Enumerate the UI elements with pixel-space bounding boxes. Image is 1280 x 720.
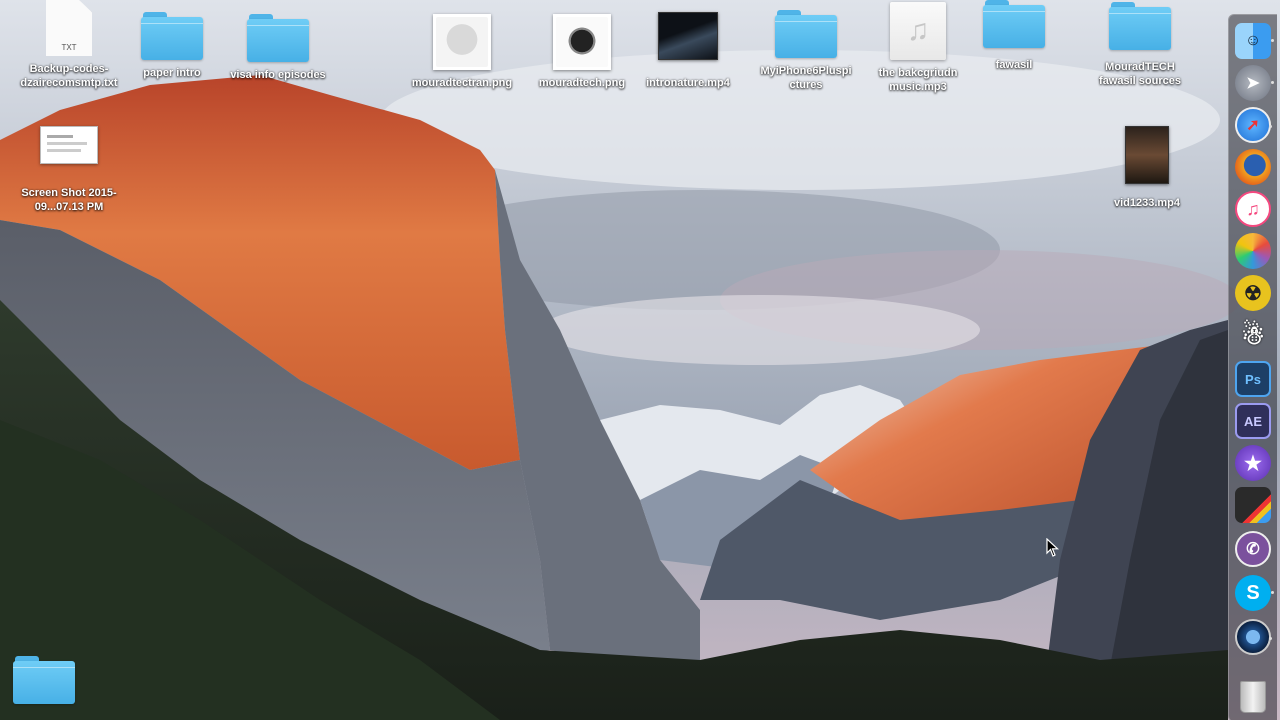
file-extension: TXT — [61, 43, 77, 52]
screenshot-thumbnail-icon — [40, 126, 98, 164]
image-thumbnail-icon — [433, 14, 491, 70]
desktop[interactable]: TXT Backup-codes-dzairecomsmtp.txt paper… — [0, 0, 1280, 720]
icon-label: paper intro — [143, 67, 201, 79]
mouse-pointer-icon — [1046, 538, 1060, 557]
finder-icon[interactable]: ☺ — [1235, 23, 1274, 59]
video-thumbnail-icon — [1125, 126, 1169, 184]
text-document-icon: TXT — [46, 0, 92, 56]
safari-compass-icon[interactable]: ➚ — [1235, 107, 1272, 143]
icon-label: Backup-codes-dzairecomsmtp.txt — [20, 63, 118, 89]
desktop-icon-background-music-mp3[interactable]: ♫ the bakcgriudn music.mp3 — [863, 2, 973, 94]
folder-icon — [13, 656, 75, 704]
folder-icon — [247, 14, 309, 62]
dock: ☺ ➤ ➚ ♫ ☢ ☃ Ps AE ★ ✆ S — [1228, 14, 1277, 720]
desktop-wallpaper — [0, 0, 1280, 720]
icon-label: visa info episodes — [230, 69, 326, 81]
final-cut-icon[interactable] — [1235, 487, 1271, 523]
image-thumbnail-icon — [553, 14, 611, 70]
itunes-note-icon[interactable]: ♫ — [1235, 191, 1271, 227]
icon-label: MyiPhone6Pluspictures — [760, 65, 852, 91]
skype-label: S — [1246, 581, 1260, 604]
launchpad-rocket-icon[interactable]: ➤ — [1235, 65, 1274, 101]
photoshop-label: Ps — [1245, 371, 1261, 387]
character-app-icon[interactable]: ☃ — [1235, 317, 1271, 353]
radiation-app-icon[interactable]: ☢ — [1235, 275, 1271, 311]
desktop-icon-mouradtech-fawasil-sources[interactable]: MouradTECH fawasil sources — [1085, 2, 1195, 88]
folder-icon — [983, 0, 1045, 48]
folder-icon — [1109, 2, 1171, 50]
desktop-icon-paper-intro[interactable]: paper intro — [117, 12, 227, 80]
photos-flower-icon[interactable] — [1235, 233, 1271, 269]
photoshop-icon[interactable]: Ps — [1235, 361, 1271, 397]
folder-icon — [775, 10, 837, 58]
viber-icon[interactable]: ✆ — [1235, 531, 1271, 567]
after-effects-label: AE — [1243, 413, 1263, 429]
desktop-icon-vid1233-mp4[interactable]: vid1233.mp4 — [1092, 126, 1202, 210]
icon-label: mouradtectran.png — [411, 77, 513, 89]
desktop-icon-mouradtech-png[interactable]: mouradtech.png — [527, 14, 637, 90]
after-effects-icon[interactable]: AE — [1235, 403, 1271, 439]
desktop-icon-fawasil[interactable]: fawasil — [959, 0, 1069, 72]
icon-label: fawasil — [995, 59, 1033, 71]
icon-label: mouradtech.png — [538, 77, 626, 89]
folder-icon — [141, 12, 203, 60]
trash-icon[interactable] — [1235, 679, 1271, 715]
desktop-icon-screen-shot[interactable]: Screen Shot 2015-09...07.13 PM — [14, 126, 124, 214]
icon-label: MouradTECH fawasil sources — [1099, 61, 1181, 87]
desktop-icon-visa-info-episodes[interactable]: visa info episodes — [223, 14, 333, 82]
icon-label: vid1233.mp4 — [1113, 197, 1181, 209]
video-thumbnail-icon — [658, 12, 718, 60]
desktop-icon-intronature-mp4[interactable]: intronature.mp4 — [633, 12, 743, 90]
icon-label: the bakcgriudn music.mp3 — [878, 67, 958, 93]
firefox-icon[interactable] — [1235, 149, 1271, 185]
icon-label: intronature.mp4 — [646, 77, 730, 89]
music-note-icon: ♫ — [890, 2, 946, 60]
desktop-icon-backup-codes[interactable]: TXT Backup-codes-dzairecomsmtp.txt — [14, 0, 124, 90]
desktop-icon-myiphone6pluspictures[interactable]: MyiPhone6Pluspictures — [751, 10, 861, 92]
imovie-star-icon[interactable]: ★ — [1235, 445, 1271, 481]
quicktime-icon[interactable] — [1235, 619, 1272, 655]
skype-icon[interactable]: S — [1235, 575, 1274, 611]
icon-label: Screen Shot 2015-09...07.13 PM — [21, 187, 117, 213]
desktop-icon-mouradtectran-png[interactable]: mouradtectran.png — [407, 14, 517, 90]
desktop-icon-folder-bottom-left[interactable] — [0, 656, 99, 710]
